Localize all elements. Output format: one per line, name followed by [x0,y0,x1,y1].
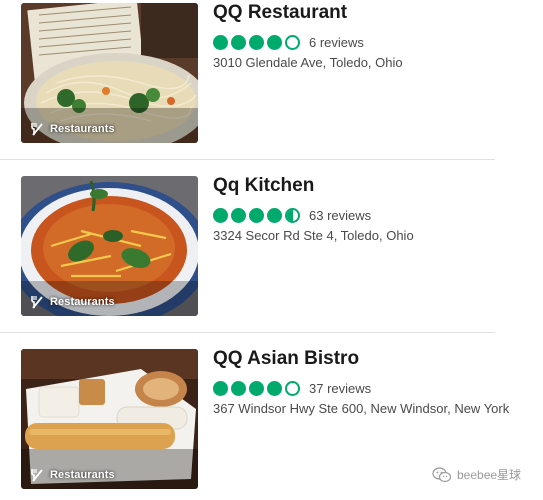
restaurant-address: 3324 Secor Rd Ste 4, Toledo, Ohio [213,228,414,243]
watermark: beebee星球 [432,466,521,483]
listing-item: Restaurants Qq Kitchen 63 reviews 3324 S… [0,173,543,333]
rating-bubble-empty [285,34,300,50]
wechat-icon [432,466,452,482]
rating-bubble-full [267,34,282,50]
rating-bubble-full [249,207,264,223]
rating-row: 37 reviews [213,380,371,396]
rating-bubble-full [213,34,228,50]
category-badge: Restaurants [30,122,115,136]
rating-bubble-half [285,207,300,223]
divider [0,159,495,160]
listing-item: Restaurants QQ Restaurant 6 reviews 3010… [0,0,543,160]
fork-knife-icon [31,469,43,482]
rating-bubble-full [267,207,282,223]
listing-photo[interactable]: Restaurants [21,3,198,143]
rating-bubble-full [231,207,246,223]
category-label: Restaurants [50,123,115,135]
review-count-link[interactable]: 63 reviews [309,208,371,223]
rating-row: 6 reviews [213,34,364,50]
restaurant-address: 367 Windsor Hwy Ste 600, New Windsor, Ne… [213,401,510,416]
listing-photo[interactable]: Restaurants [21,349,198,489]
category-label: Restaurants [50,469,115,481]
fork-knife-icon [31,123,43,136]
restaurant-name-link[interactable]: Qq Kitchen [213,175,314,197]
fork-knife-icon [31,296,43,309]
watermark-text: beebee星球 [457,468,522,482]
rating-bubble-full [249,380,264,396]
rating-bubble-full [213,380,228,396]
category-badge: Restaurants [30,468,115,482]
review-count-link[interactable]: 6 reviews [309,35,364,50]
listing-photo[interactable]: Restaurants [21,176,198,316]
category-badge: Restaurants [30,295,115,309]
rating-bubbles [213,207,300,223]
rating-bubble-full [249,34,264,50]
rating-bubble-empty [285,380,300,396]
restaurant-address: 3010 Glendale Ave, Toledo, Ohio [213,55,403,70]
restaurant-name-link[interactable]: QQ Asian Bistro [213,348,359,370]
rating-bubble-full [267,380,282,396]
rating-bubble-full [231,34,246,50]
rating-bubble-full [231,380,246,396]
divider [0,332,495,333]
category-label: Restaurants [50,296,115,308]
rating-bubble-full [213,207,228,223]
rating-row: 63 reviews [213,207,371,223]
review-count-link[interactable]: 37 reviews [309,381,371,396]
rating-bubbles [213,380,300,396]
rating-bubbles [213,34,300,50]
restaurant-name-link[interactable]: QQ Restaurant [213,2,347,24]
